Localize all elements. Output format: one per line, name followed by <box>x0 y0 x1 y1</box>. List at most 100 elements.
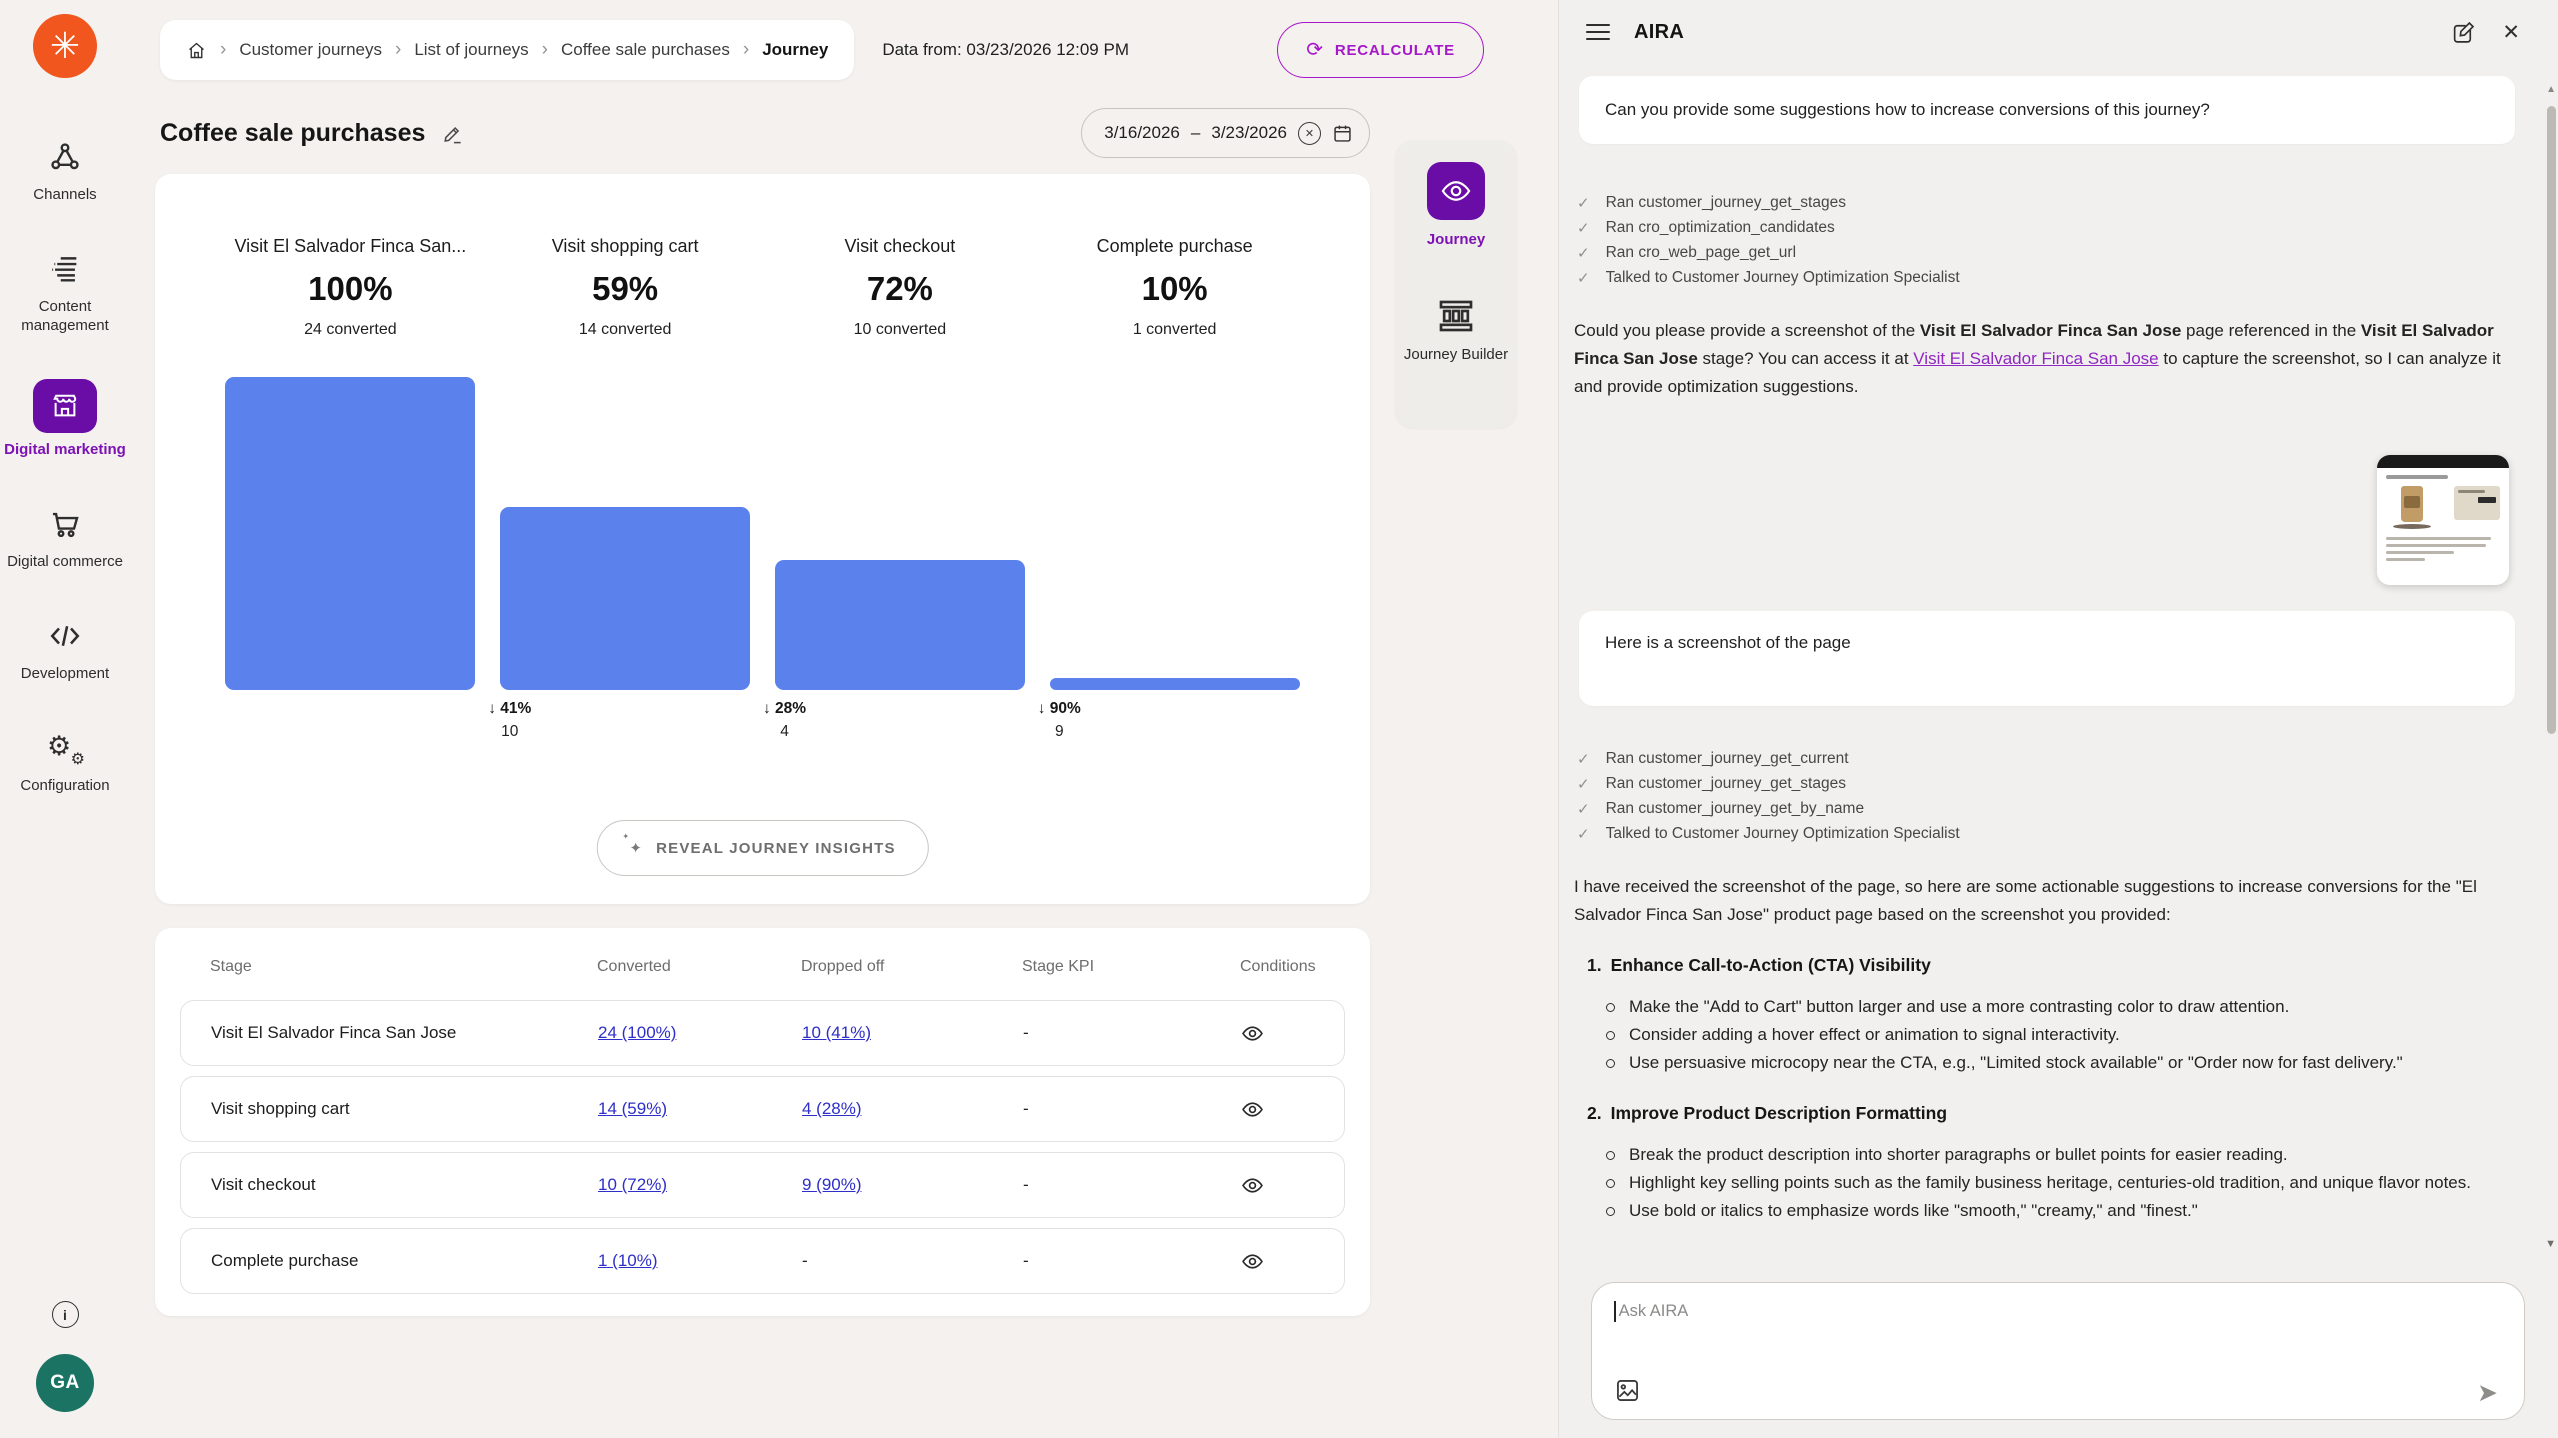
sidebar-item-label: Channels <box>29 185 100 204</box>
funnel-bar[interactable] <box>500 507 750 690</box>
ai-message: I have received the screenshot of the pa… <box>1574 873 2515 929</box>
eye-icon <box>1440 175 1472 207</box>
suggestion-bullet: Make the "Add to Cart" button larger and… <box>1603 993 2508 1021</box>
converted-link[interactable]: 10 (72%) <box>598 1175 802 1195</box>
digital-marketing-icon <box>33 379 97 433</box>
dropped-off-link[interactable]: 9 (90%) <box>802 1175 1023 1195</box>
app-root: ✳ Channels Content management <box>0 0 2558 1438</box>
dropoff-label: ↓ 90% 9 <box>1007 700 1111 741</box>
sidebar-item-label: Development <box>17 664 113 683</box>
converted-link[interactable]: 24 (100%) <box>598 1023 802 1043</box>
edit-title-icon[interactable] <box>441 122 464 145</box>
funnel-bar[interactable] <box>225 377 475 690</box>
conditions-eye-icon[interactable] <box>1241 1250 1264 1273</box>
stage-kpi: - <box>1023 1175 1241 1195</box>
table-row: Visit shopping cart 14 (59%) 4 (28%) - <box>180 1076 1345 1142</box>
app-logo[interactable]: ✳ <box>33 14 97 78</box>
date-range-start: 3/16/2026 <box>1104 123 1180 143</box>
stages-table-card: Stage Converted Dropped off Stage KPI Co… <box>155 928 1370 1316</box>
stage-kpi: - <box>1023 1023 1241 1043</box>
calendar-icon[interactable] <box>1332 123 1353 144</box>
check-icon: ✓ <box>1577 244 1590 262</box>
conditions-eye-icon[interactable] <box>1241 1098 1264 1121</box>
new-chat-icon[interactable] <box>2451 20 2476 45</box>
funnel-stage-stat: Visit checkout 72% 10 converted <box>763 236 1038 339</box>
dropoff-label: ↓ 28% 4 <box>733 700 837 741</box>
gears-icon: ⚙ ⚙ <box>48 727 82 769</box>
reveal-journey-insights-button[interactable]: ✦✦ REVEAL JOURNEY INSIGHTS <box>596 820 928 876</box>
table-row: Complete purchase 1 (10%) - - <box>180 1228 1345 1294</box>
close-icon[interactable]: ✕ <box>2502 22 2520 43</box>
send-icon[interactable]: ➤ <box>2477 1381 2498 1406</box>
check-icon: ✓ <box>1577 750 1590 768</box>
data-from-timestamp: Data from: 03/23/2026 12:09 PM <box>882 40 1129 60</box>
funnel-chart: Visit El Salvador Finca San... 100% 24 c… <box>155 174 1370 760</box>
check-icon: ✓ <box>1577 800 1590 818</box>
check-icon: ✓ <box>1577 219 1590 237</box>
info-icon[interactable]: i <box>52 1301 79 1328</box>
table-row: Visit checkout 10 (72%) 9 (90%) - <box>180 1152 1345 1218</box>
home-icon[interactable] <box>186 40 207 61</box>
avatar[interactable]: GA <box>36 1354 94 1412</box>
converted-link[interactable]: 1 (10%) <box>598 1251 802 1271</box>
sidebar-item-configuration[interactable]: ⚙ ⚙ Configuration <box>0 727 130 795</box>
converted-link[interactable]: 14 (59%) <box>598 1099 802 1119</box>
dropped-off-link[interactable]: 4 (28%) <box>802 1099 1023 1119</box>
journey-tab[interactable] <box>1427 162 1485 220</box>
sidebar: ✳ Channels Content management <box>0 0 130 1438</box>
drop-arrow-icon: ↓ <box>1038 700 1046 717</box>
breadcrumb-journey[interactable]: Journey <box>762 40 828 60</box>
sidebar-item-channels[interactable]: Channels <box>0 136 130 204</box>
suggestion-bullet: Use persuasive microcopy near the CTA, e… <box>1603 1049 2508 1077</box>
attach-image-icon[interactable] <box>1614 1377 1641 1404</box>
sidebar-item-development[interactable]: Development <box>0 615 130 683</box>
table-row: Visit El Salvador Finca San Jose 24 (100… <box>180 1000 1345 1066</box>
clear-date-icon[interactable]: ✕ <box>1298 122 1321 145</box>
aira-actions: ✕ <box>2451 20 2520 45</box>
aira-input[interactable]: Ask AIRA ➤ <box>1591 1282 2525 1420</box>
breadcrumb-list-of-journeys[interactable]: List of journeys <box>414 40 528 60</box>
journey-builder-icon <box>1436 296 1476 336</box>
tool-checklist: ✓ Ran customer_journey_get_stages ✓ Ran … <box>1577 194 2515 287</box>
sidebar-item-label: Digital marketing <box>0 440 130 459</box>
ai-suggestions-list: 1. Enhance Call-to-Action (CTA) Visibili… <box>1571 955 2515 1225</box>
funnel-bar[interactable] <box>775 560 1025 690</box>
dropped-off-link[interactable]: 10 (41%) <box>802 1023 1023 1043</box>
breadcrumb-chevron-icon: › <box>395 39 401 61</box>
breadcrumb-customer-journeys[interactable]: Customer journeys <box>239 40 382 60</box>
conditions-eye-icon[interactable] <box>1241 1022 1264 1045</box>
refresh-icon: ⟳ <box>1306 40 1324 60</box>
check-icon: ✓ <box>1577 775 1590 793</box>
conditions-eye-icon[interactable] <box>1241 1174 1264 1197</box>
recalculate-button[interactable]: ⟳ RECALCULATE <box>1277 22 1484 78</box>
checklist-item: ✓ Ran customer_journey_get_stages <box>1577 194 2515 212</box>
check-icon: ✓ <box>1577 825 1590 843</box>
date-range-end: 3/23/2026 <box>1211 123 1287 143</box>
sidebar-item-content-management[interactable]: Content management <box>0 248 130 335</box>
sidebar-item-digital-marketing[interactable]: Digital marketing <box>0 379 130 459</box>
suggestion-bullet: Break the product description into short… <box>1603 1141 2508 1169</box>
journey-builder-tab[interactable]: Journey Builder <box>1404 296 1508 365</box>
date-range-picker[interactable]: 3/16/2026 – 3/23/2026 ✕ <box>1081 108 1370 158</box>
breadcrumb-chevron-icon: › <box>220 39 226 61</box>
scrollbar-down-arrow[interactable]: ▼ <box>2545 1238 2556 1250</box>
funnel-chart-card: Visit El Salvador Finca San... 100% 24 c… <box>155 174 1370 904</box>
checklist-item: ✓ Ran customer_journey_get_current <box>1577 750 2515 768</box>
stage-name: Visit El Salvador Finca San Jose <box>211 1023 598 1043</box>
check-icon: ✓ <box>1577 269 1590 287</box>
sidebar-nav: Channels Content management <box>0 136 130 839</box>
menu-icon[interactable] <box>1586 24 1610 41</box>
suggestion-section: 2. Improve Product Description Formattin… <box>1571 1103 2515 1225</box>
sparkle-icon: ✦✦ <box>629 839 643 857</box>
sidebar-item-digital-commerce[interactable]: Digital commerce <box>0 503 130 571</box>
funnel-bar[interactable] <box>1050 678 1300 690</box>
scrollbar-thumb[interactable] <box>2547 106 2556 734</box>
page-screenshot-thumbnail[interactable] <box>2377 455 2509 585</box>
journey-tab-label: Journey <box>1427 231 1485 248</box>
journey-builder-tab-label: Journey Builder <box>1404 345 1508 365</box>
scrollbar-up-arrow[interactable]: ▲ <box>2546 84 2556 95</box>
funnel-bars <box>213 377 1312 690</box>
page-link[interactable]: Visit El Salvador Finca San Jose <box>1913 349 2158 368</box>
breadcrumb-coffee-sale-purchases[interactable]: Coffee sale purchases <box>561 40 730 60</box>
channels-icon <box>48 136 82 178</box>
